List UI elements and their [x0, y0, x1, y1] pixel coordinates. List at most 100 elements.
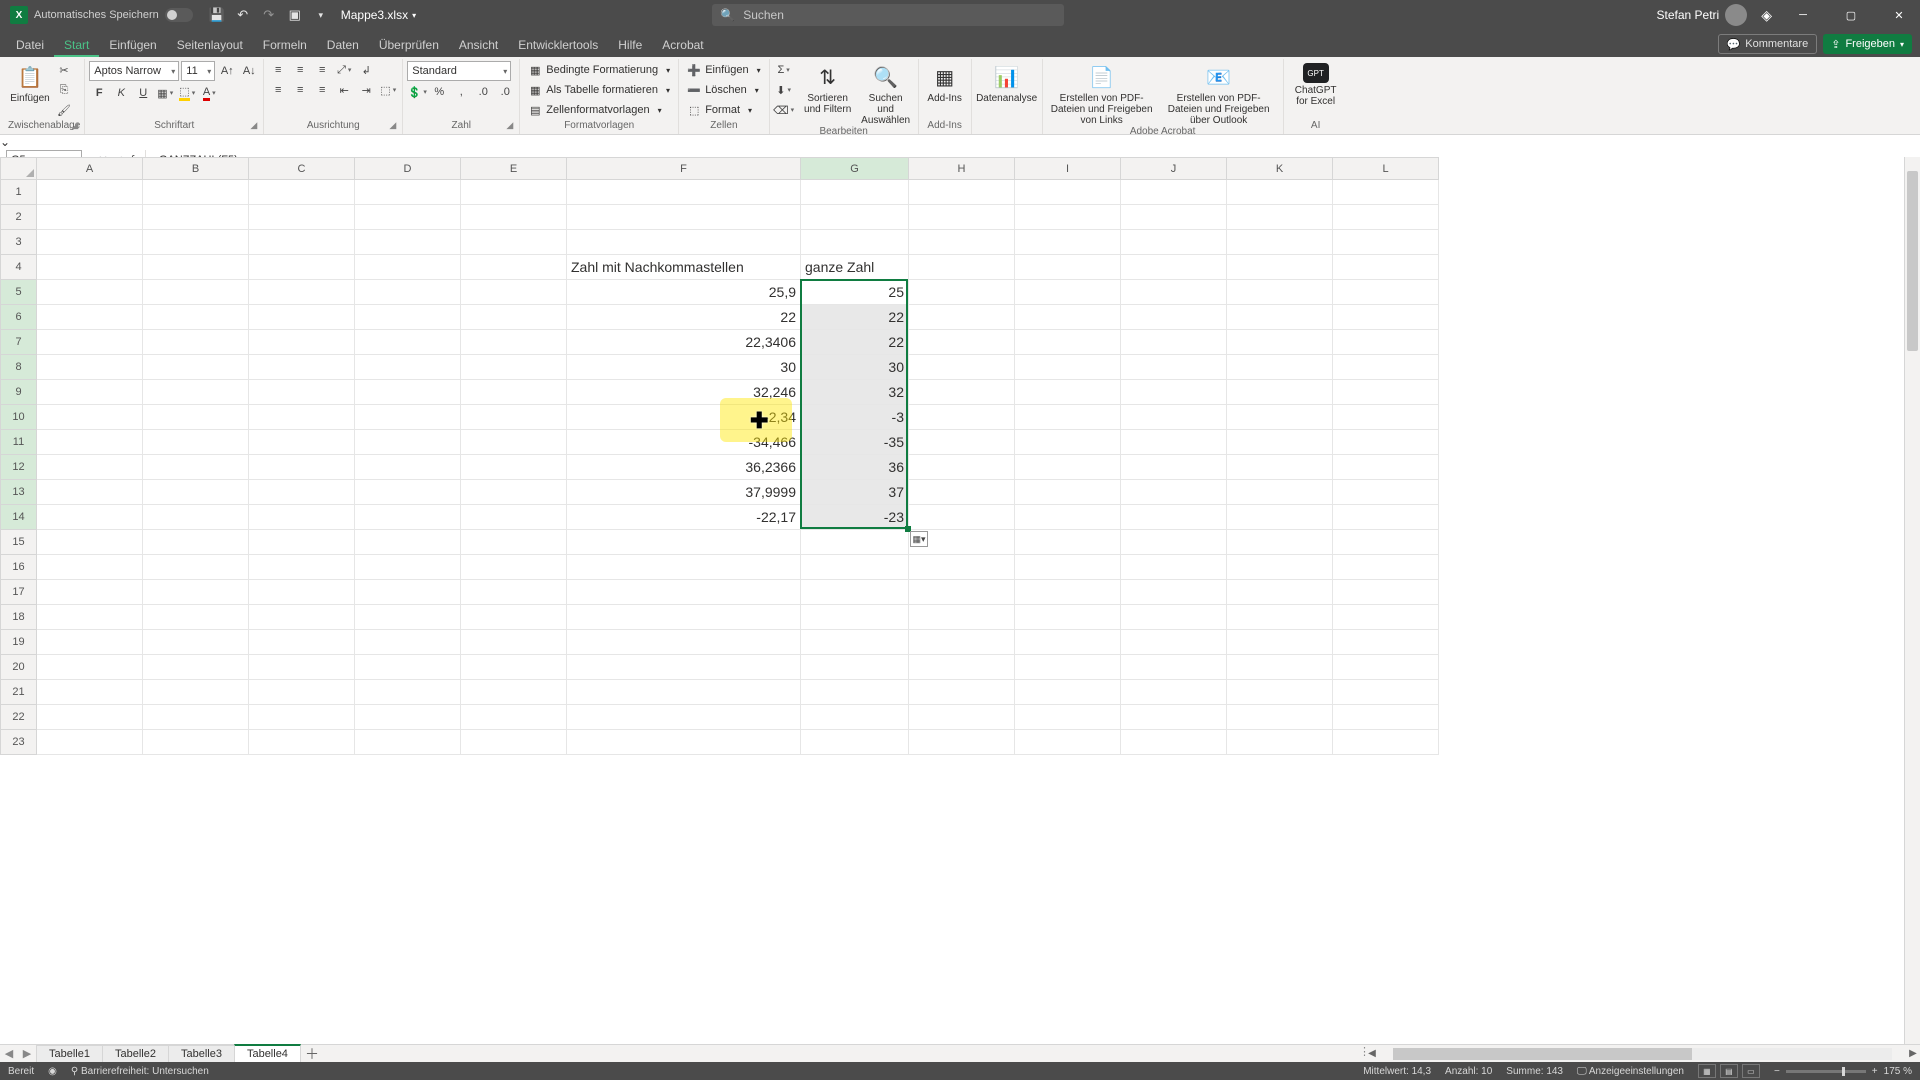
cell[interactable]: [37, 280, 143, 305]
cell[interactable]: [909, 605, 1015, 630]
bold-icon[interactable]: F: [89, 84, 109, 102]
cell[interactable]: ganze Zahl: [801, 255, 909, 280]
cell[interactable]: [1121, 455, 1227, 480]
cell[interactable]: [249, 430, 355, 455]
align-left-icon[interactable]: ≡: [268, 81, 288, 99]
cell[interactable]: [909, 405, 1015, 430]
cell[interactable]: [461, 730, 567, 755]
cell[interactable]: [1015, 380, 1121, 405]
select-all-button[interactable]: [1, 158, 37, 180]
cell[interactable]: [143, 705, 249, 730]
accessibility-status[interactable]: ⚲ Barrierefreiheit: Untersuchen: [71, 1066, 209, 1077]
cell[interactable]: [37, 380, 143, 405]
cell[interactable]: [909, 280, 1015, 305]
column-header[interactable]: I: [1015, 158, 1121, 180]
ribbon-tab-einfügen[interactable]: Einfügen: [99, 34, 166, 57]
format-painter-icon[interactable]: 🖌: [54, 101, 74, 119]
cell[interactable]: [143, 255, 249, 280]
dialog-launcher-icon[interactable]: ◢: [506, 120, 513, 131]
cell[interactable]: [355, 355, 461, 380]
cell[interactable]: [1121, 255, 1227, 280]
row-header[interactable]: 14: [1, 505, 37, 530]
font-color-icon[interactable]: A: [199, 84, 219, 102]
cell[interactable]: 25,9: [567, 280, 801, 305]
cell[interactable]: [143, 580, 249, 605]
cell[interactable]: [1227, 180, 1333, 205]
cell[interactable]: [1333, 230, 1439, 255]
row-header[interactable]: 17: [1, 580, 37, 605]
cell[interactable]: [249, 480, 355, 505]
cell[interactable]: [801, 580, 909, 605]
cell[interactable]: [1227, 705, 1333, 730]
cell[interactable]: [1121, 280, 1227, 305]
ribbon-tab-überprüfen[interactable]: Überprüfen: [369, 34, 449, 57]
cell[interactable]: [1333, 555, 1439, 580]
close-button[interactable]: ✕: [1882, 1, 1916, 29]
cell[interactable]: [801, 630, 909, 655]
cell[interactable]: [801, 605, 909, 630]
cell[interactable]: [249, 230, 355, 255]
row-header[interactable]: 11: [1, 430, 37, 455]
cell[interactable]: [1121, 580, 1227, 605]
cell[interactable]: [1227, 230, 1333, 255]
ribbon-tab-ansicht[interactable]: Ansicht: [449, 34, 508, 57]
cell[interactable]: [1333, 680, 1439, 705]
row-header[interactable]: 2: [1, 205, 37, 230]
cell[interactable]: [1015, 330, 1121, 355]
cell[interactable]: [567, 180, 801, 205]
cell[interactable]: [1121, 630, 1227, 655]
dialog-launcher-icon[interactable]: ◢: [389, 120, 396, 131]
cell[interactable]: [461, 530, 567, 555]
cell[interactable]: [37, 680, 143, 705]
cell[interactable]: [249, 405, 355, 430]
cell[interactable]: [1015, 230, 1121, 255]
cell[interactable]: [1333, 305, 1439, 330]
cell[interactable]: [909, 580, 1015, 605]
cell[interactable]: [461, 180, 567, 205]
zoom-control[interactable]: − + 175 %: [1774, 1066, 1912, 1077]
cell[interactable]: [909, 680, 1015, 705]
row-header[interactable]: 4: [1, 255, 37, 280]
cell[interactable]: [801, 530, 909, 555]
sheet-tab[interactable]: Tabelle4: [234, 1044, 301, 1062]
cell[interactable]: [1227, 505, 1333, 530]
cell[interactable]: [355, 330, 461, 355]
row-header[interactable]: 10: [1, 405, 37, 430]
cell[interactable]: [1227, 555, 1333, 580]
cell[interactable]: [1333, 705, 1439, 730]
underline-icon[interactable]: U: [133, 84, 153, 102]
cell[interactable]: [1333, 630, 1439, 655]
cell[interactable]: [461, 480, 567, 505]
cell[interactable]: [1333, 455, 1439, 480]
cell[interactable]: [1227, 355, 1333, 380]
row-header[interactable]: 21: [1, 680, 37, 705]
cell[interactable]: 25: [801, 280, 909, 305]
orientation-icon[interactable]: ⤢: [334, 61, 354, 79]
cell[interactable]: [249, 705, 355, 730]
cell[interactable]: [1121, 555, 1227, 580]
cell[interactable]: [567, 555, 801, 580]
cell[interactable]: [461, 230, 567, 255]
cell[interactable]: [37, 430, 143, 455]
cell[interactable]: [1333, 505, 1439, 530]
increase-font-icon[interactable]: A↑: [217, 62, 237, 80]
wrap-text-icon[interactable]: ↲: [356, 61, 376, 79]
cell[interactable]: [909, 455, 1015, 480]
cell[interactable]: [1121, 230, 1227, 255]
zoom-out-icon[interactable]: −: [1774, 1066, 1780, 1077]
decrease-decimal-icon[interactable]: .0: [495, 83, 515, 101]
cell[interactable]: [909, 705, 1015, 730]
cell[interactable]: [461, 705, 567, 730]
new-sheet-button[interactable]: ＋: [300, 1045, 324, 1062]
cell[interactable]: [461, 305, 567, 330]
align-top-icon[interactable]: ≡: [268, 61, 288, 79]
cell[interactable]: [143, 305, 249, 330]
cell[interactable]: [801, 205, 909, 230]
cell[interactable]: [567, 205, 801, 230]
cell[interactable]: [1227, 380, 1333, 405]
cell[interactable]: [37, 180, 143, 205]
cell[interactable]: [355, 480, 461, 505]
cell[interactable]: [1015, 530, 1121, 555]
cell[interactable]: [37, 555, 143, 580]
cell[interactable]: [249, 680, 355, 705]
